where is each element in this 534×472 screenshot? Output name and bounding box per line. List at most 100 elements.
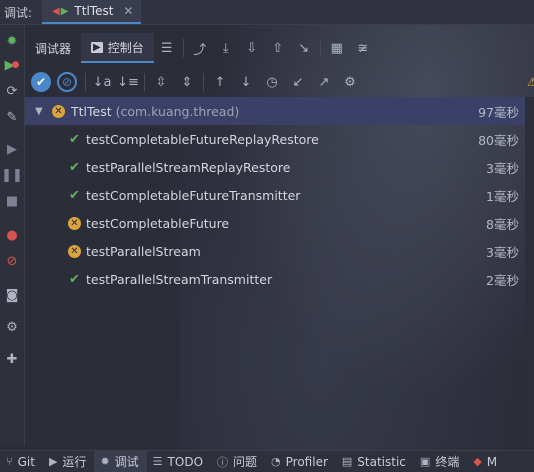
trace-icon[interactable]: ≆: [350, 35, 376, 61]
tool-git[interactable]: ⑂ Git: [0, 451, 43, 472]
passed-status-icon: ✔: [69, 271, 80, 287]
evaluate-table-icon[interactable]: ▦: [324, 35, 350, 61]
previous-test-icon[interactable]: ↑: [207, 69, 233, 95]
next-test-icon[interactable]: ↓: [233, 69, 259, 95]
run-to-cursor-icon[interactable]: ↘: [291, 35, 317, 61]
tool-debug[interactable]: ✹ 调试: [94, 451, 147, 472]
test-duration: 3毫秒: [486, 244, 519, 260]
tool-todo-label: TODO: [167, 454, 204, 469]
wrench-icon[interactable]: ✎: [4, 109, 20, 125]
debug-toolbar: 调试器 ▶ 控制台 ☰ ⤴ ⤓ ⇩ ⇧ ↘ ▦ ≆: [25, 33, 534, 63]
show-passed-icon[interactable]: ✔: [31, 72, 51, 92]
profiler-icon: ◔: [271, 455, 281, 468]
tool-problems[interactable]: ⓘ 问题: [211, 451, 265, 472]
test-method-name: testCompletableFutureReplayRestore: [86, 131, 319, 147]
menu-icon[interactable]: ☰: [154, 35, 180, 61]
tree-row[interactable]: ✔ testParallelStreamReplayRestore 3毫秒: [25, 153, 525, 181]
show-execution-point-icon[interactable]: ⤴: [187, 35, 213, 61]
tree-row[interactable]: ✔ testParallelStreamTransmitter 2毫秒: [25, 265, 525, 293]
bottom-tool-bar: ⑂ Git ▶ 运行 ✹ 调试 ☰ TODO ⓘ 问题 ◔ Profiler ▤…: [0, 450, 534, 472]
pin-icon[interactable]: ✚: [4, 351, 20, 367]
divider: [319, 39, 321, 57]
close-icon[interactable]: ✕: [123, 4, 133, 18]
tree-row[interactable]: ✕ testCompletableFuture 8毫秒: [25, 209, 525, 237]
sort-duration-icon[interactable]: ↓≡: [115, 69, 141, 95]
step-out-icon[interactable]: ⇧: [265, 35, 291, 61]
tool-profiler[interactable]: ◔ Profiler: [265, 451, 336, 472]
terminal-icon: ▣: [419, 455, 431, 468]
history-icon[interactable]: ◷: [259, 69, 285, 95]
stop-icon[interactable]: ■: [4, 193, 20, 209]
tool-profiler-label: Profiler: [285, 454, 328, 469]
step-over-icon[interactable]: ⤓: [213, 35, 239, 61]
tool-more[interactable]: ◆ M: [467, 451, 505, 472]
failed-status-icon: ✕: [52, 104, 65, 118]
test-duration: 1毫秒: [486, 188, 519, 204]
test-duration: 80毫秒: [478, 132, 519, 148]
run-config-tab[interactable]: ◀ ▶ TtlTest ✕: [42, 0, 142, 24]
tree-row[interactable]: ✕ testParallelStream 3毫秒: [25, 237, 525, 265]
sort-alpha-icon[interactable]: ↓a: [89, 69, 115, 95]
console-icon: ▶: [91, 41, 103, 53]
tree-row[interactable]: ✔ testCompletableFutureReplayRestore 80毫…: [25, 125, 525, 153]
test-tree: ▼ ✕ TtlTest (com.kuang.thread) 97毫秒 ✔ te…: [25, 97, 525, 293]
divider: [182, 39, 184, 57]
tool-statistic[interactable]: ▤ Statistic: [336, 451, 414, 472]
tool-debug-label: 调试: [114, 455, 139, 469]
run-tab-label: TtlTest: [74, 4, 114, 18]
camera-icon[interactable]: ◙: [4, 287, 20, 303]
debug-bug-icon[interactable]: ✹: [4, 33, 20, 49]
failed-status-icon: ✕: [68, 216, 81, 230]
mute-breakpoints-icon[interactable]: ⊘: [4, 253, 20, 269]
branch-icon: ⑂: [6, 455, 13, 468]
passed-status-icon: ✔: [69, 159, 80, 175]
export-icon[interactable]: ↗: [311, 69, 337, 95]
bug-icon: ✹: [100, 455, 110, 468]
junit-icon: ◀: [52, 5, 60, 17]
test-method-name: testParallelStreamReplayRestore: [86, 159, 291, 175]
divider: [144, 73, 145, 91]
tab-console[interactable]: ▶ 控制台: [81, 33, 154, 63]
tool-run[interactable]: ▶ 运行: [43, 451, 94, 472]
test-method-name: testCompletableFuture: [86, 215, 230, 231]
failed-status-icon: ✕: [68, 244, 81, 258]
test-toolbar: ✔ ⊘ ↓a ↓≡ ⇳ ⇕ ↑ ↓ ◷ ↙ ↗ ⚙: [25, 67, 534, 98]
divider: [85, 73, 86, 91]
tool-todo[interactable]: ☰ TODO: [147, 451, 211, 472]
settings-icon[interactable]: ⚙: [337, 69, 363, 95]
show-ignored-icon[interactable]: ⊘: [57, 72, 77, 92]
left-tool-strip: ✹ ▶ ● ⟳ ✎ ▶ ❚❚ ■ ● ⊘ ◙ ⚙ ✚: [0, 25, 25, 446]
tab-console-label: 控制台: [107, 40, 144, 55]
passed-status-icon: ✔: [69, 131, 80, 147]
list-icon: ☰: [152, 455, 163, 468]
tree-root-row[interactable]: ▼ ✕ TtlTest (com.kuang.thread) 97毫秒: [25, 97, 525, 125]
breakpoints-icon[interactable]: ●: [4, 227, 20, 243]
test-duration: 3毫秒: [486, 160, 519, 176]
tab-debugger[interactable]: 调试器: [25, 33, 81, 63]
settings-icon[interactable]: ⚙: [4, 319, 20, 335]
test-duration: 8毫秒: [486, 216, 519, 232]
test-method-name: testParallelStream: [86, 243, 201, 259]
debug-titlebar: 调试: ◀ ▶ TtlTest ✕: [0, 0, 534, 25]
pause-icon[interactable]: ❚❚: [1, 167, 23, 183]
tool-run-label: 运行: [62, 455, 87, 469]
import-icon[interactable]: ↙: [285, 69, 311, 95]
statistic-icon: ▤: [341, 455, 353, 468]
tool-problems-label: 问题: [233, 455, 258, 469]
test-method-name: testParallelStreamTransmitter: [86, 271, 273, 287]
expand-all-icon[interactable]: ⇳: [148, 69, 174, 95]
rerun-error-icon[interactable]: ▶ ●: [4, 57, 20, 73]
plugin-icon: ◆: [473, 455, 482, 468]
collapse-all-icon[interactable]: ⇕: [174, 69, 200, 95]
vertical-scrollbar[interactable]: [525, 97, 534, 446]
tool-statistic-label: Statistic: [357, 454, 406, 469]
step-into-icon[interactable]: ⇩: [239, 35, 265, 61]
resume-icon[interactable]: ▶: [4, 141, 20, 157]
tree-row[interactable]: ✔ testCompletableFutureTransmitter 1毫秒: [25, 181, 525, 209]
restart-icon[interactable]: ⟳: [4, 83, 20, 99]
info-icon: ⓘ: [217, 455, 229, 469]
test-duration: 97毫秒: [478, 104, 519, 120]
tool-terminal[interactable]: ▣ 终端: [414, 451, 467, 472]
chevron-down-icon[interactable]: ▼: [35, 106, 43, 117]
tool-git-label: Git: [17, 454, 35, 469]
